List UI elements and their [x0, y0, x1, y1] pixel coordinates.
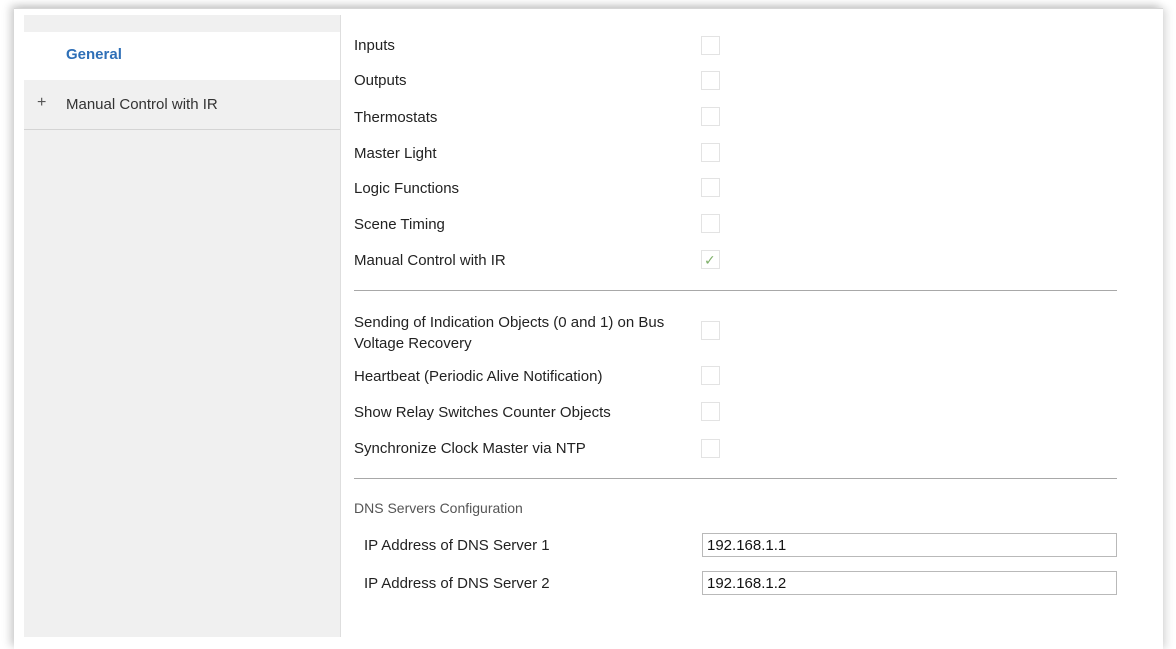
plus-icon[interactable]: +: [37, 94, 46, 112]
heartbeat-checkbox[interactable]: [701, 366, 720, 385]
manual-control-ir-label: Manual Control with IR: [354, 252, 506, 269]
ntp-sync-label: Synchronize Clock Master via NTP: [354, 440, 586, 457]
outputs-label: Outputs: [354, 72, 407, 89]
divider: [354, 478, 1117, 479]
scene-timing-label: Scene Timing: [354, 216, 445, 233]
heartbeat-label: Heartbeat (Periodic Alive Notification): [354, 368, 603, 385]
inputs-label: Inputs: [354, 37, 395, 54]
dns-server1-label: IP Address of DNS Server 1: [364, 537, 550, 554]
dns-server2-label: IP Address of DNS Server 2: [364, 575, 550, 592]
relay-counter-checkbox[interactable]: [701, 402, 720, 421]
indication-objects-label: Sending of Indication Objects (0 and 1) …: [354, 314, 665, 352]
sidebar-item-label: Manual Control with IR: [66, 96, 218, 113]
dns-server1-input[interactable]: [702, 533, 1117, 557]
divider: [354, 290, 1117, 291]
master-light-checkbox[interactable]: [701, 143, 720, 162]
manual-control-ir-checkbox[interactable]: ✓: [701, 250, 720, 269]
outputs-checkbox[interactable]: [701, 71, 720, 90]
thermostats-checkbox[interactable]: [701, 107, 720, 126]
dns-server2-input[interactable]: [702, 571, 1117, 595]
logic-functions-label: Logic Functions: [354, 180, 460, 197]
dns-section-title: DNS Servers Configuration: [354, 500, 523, 516]
sidebar: General + Manual Control with IR: [24, 15, 341, 637]
indication-objects-checkbox[interactable]: [701, 321, 720, 340]
sidebar-item-manual-control-ir[interactable]: + Manual Control with IR: [24, 80, 340, 130]
scene-timing-checkbox[interactable]: [701, 214, 720, 233]
logic-functions-checkbox[interactable]: [701, 178, 720, 197]
parameters-panel: Inputs Outputs Thermostats Master Light …: [354, 0, 1124, 637]
thermostats-label: Thermostats: [354, 109, 438, 126]
checkmark-icon: ✓: [704, 252, 716, 268]
sidebar-item-general[interactable]: General: [24, 32, 340, 80]
relay-counter-label: Show Relay Switches Counter Objects: [354, 404, 611, 421]
ntp-sync-checkbox[interactable]: [701, 439, 720, 458]
sidebar-item-label: General: [66, 46, 122, 63]
inputs-checkbox[interactable]: [701, 36, 720, 55]
master-light-label: Master Light: [354, 145, 437, 162]
